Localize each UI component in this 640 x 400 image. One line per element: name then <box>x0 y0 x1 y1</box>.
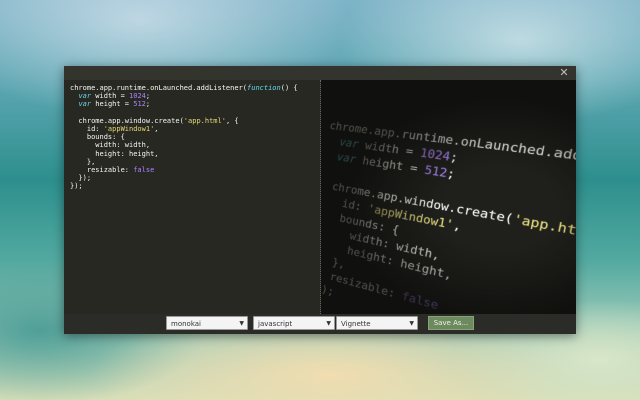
bottom-toolbar: monokai ▼ javascript ▼ Vignette ▼ Save A… <box>64 314 576 334</box>
editor-code-line: id: 'appWindow1', <box>70 125 159 133</box>
preview-pane: chrome.app.runtime.onLaunched.addListene… <box>321 80 576 314</box>
theme-select-value: monokai <box>171 320 201 328</box>
editor-code-line: width: width, <box>70 141 150 149</box>
close-icon[interactable]: ✕ <box>558 67 570 79</box>
editor-code-line: var width = 1024; <box>70 92 150 100</box>
language-select-value: javascript <box>258 320 292 328</box>
editor-code-line: }); <box>70 174 91 182</box>
editor-code-line: var height = 512; <box>70 100 150 108</box>
editor-code-line: chrome.app.runtime.onLaunched.addListene… <box>70 84 298 92</box>
chevron-down-icon: ▼ <box>409 317 414 331</box>
language-select[interactable]: javascript ▼ <box>253 316 335 330</box>
preview-code: chrome.app.runtime.onLaunched.addListene… <box>321 118 576 314</box>
editor-code-line: }, <box>70 158 95 166</box>
code-editor[interactable]: chrome.app.runtime.onLaunched.addListene… <box>64 80 321 314</box>
editor-code-line: chrome.app.window.create('app.html', { <box>70 117 239 125</box>
editor-code-line: height: height, <box>70 150 159 158</box>
save-as-button[interactable]: Save As... <box>428 316 474 330</box>
chevron-down-icon: ▼ <box>326 317 331 331</box>
effect-select-value: Vignette <box>341 320 371 328</box>
editor-code-line: resizable: false <box>70 166 154 174</box>
theme-select[interactable]: monokai ▼ <box>166 316 248 330</box>
titlebar[interactable]: ✕ <box>64 66 576 80</box>
preview-code-line <box>322 163 324 176</box>
effect-select[interactable]: Vignette ▼ <box>336 316 418 330</box>
app-window: ✕ chrome.app.runtime.onLaunched.addListe… <box>64 66 576 334</box>
editor-code[interactable]: chrome.app.runtime.onLaunched.addListene… <box>64 80 320 195</box>
editor-code-line: }); <box>70 182 83 190</box>
chevron-down-icon: ▼ <box>239 317 244 331</box>
editor-code-line: bounds: { <box>70 133 125 141</box>
